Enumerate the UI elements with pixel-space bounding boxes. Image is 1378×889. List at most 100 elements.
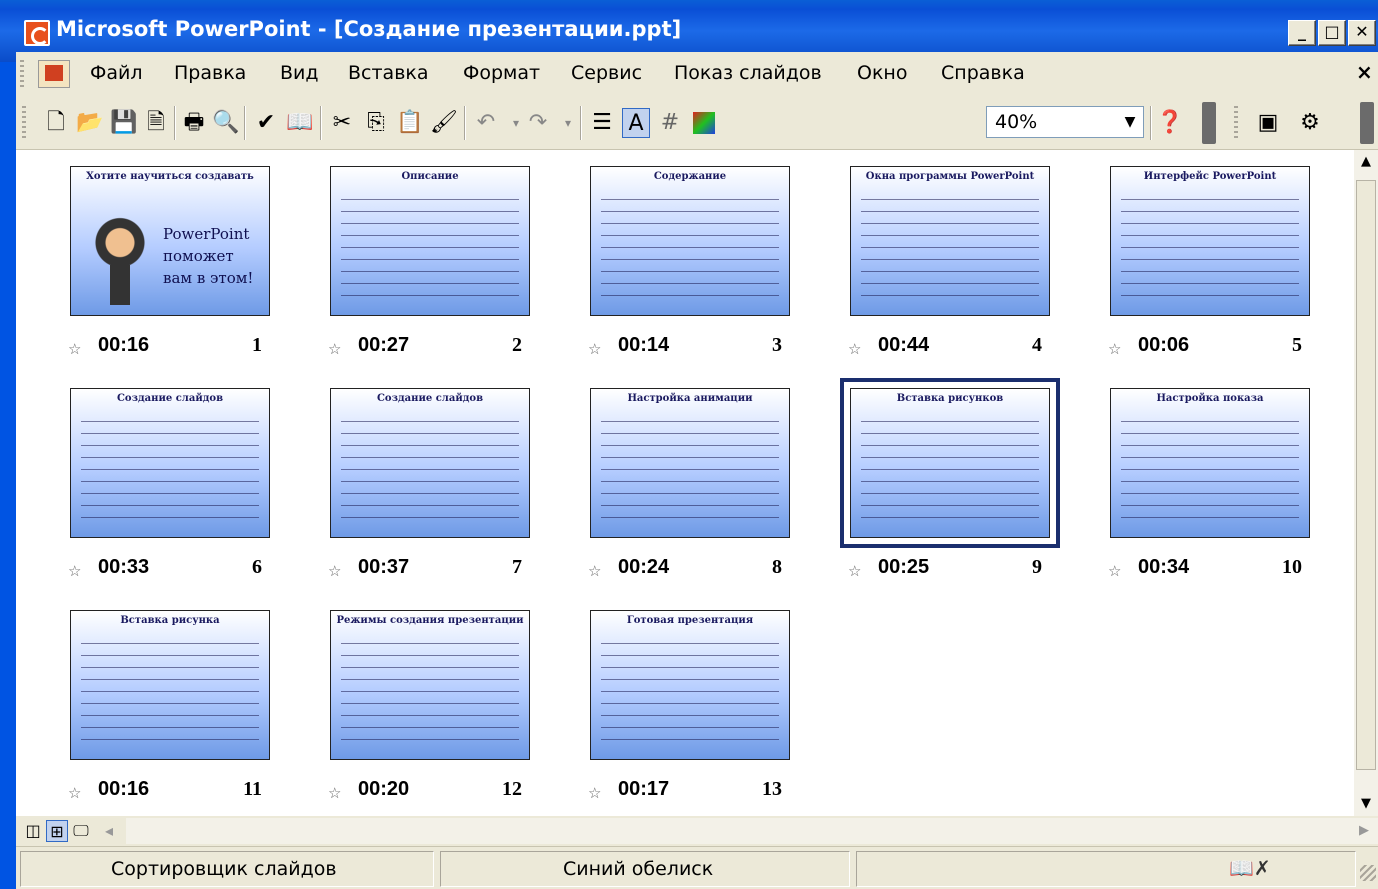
slide-thumbnail[interactable]: Режимы создания презентации (330, 610, 530, 760)
show-formatting-icon[interactable]: A (622, 108, 650, 138)
slide-show-icon[interactable]: ▣ (1254, 108, 1282, 138)
transition-star-icon[interactable]: ☆ (68, 340, 81, 358)
copy-icon[interactable]: ⎘ (362, 108, 390, 138)
menu-window[interactable]: Окно (857, 62, 907, 84)
menu-file[interactable]: Файл (90, 62, 143, 84)
toolbar-grip[interactable] (22, 106, 26, 140)
transition-star-icon[interactable]: ☆ (1108, 562, 1121, 580)
slide-thumbnail[interactable]: Интерфейс PowerPoint (1110, 166, 1310, 316)
transition-star-icon[interactable]: ☆ (1108, 340, 1121, 358)
transition-star-icon[interactable]: ☆ (588, 784, 601, 802)
status-design-name: Синий обелиск (563, 858, 714, 880)
slide-caption: PowerPoint поможет вам в этом! (163, 225, 254, 287)
slide-thumbnail[interactable]: Создание слайдов (330, 388, 530, 538)
slide-thumbnail[interactable]: Окна программы PowerPoint (850, 166, 1050, 316)
paste-icon[interactable]: 📋 (396, 108, 424, 138)
scroll-left-icon[interactable]: ◂ (98, 820, 120, 842)
horizontal-scrollbar[interactable]: ▶ (126, 818, 1378, 844)
transition-star-icon[interactable]: ☆ (328, 562, 341, 580)
print-preview-icon[interactable]: 🔍 (212, 108, 240, 138)
normal-view-icon[interactable]: ◫ (22, 820, 44, 842)
slide-number: 7 (512, 556, 522, 578)
scrollbar-thumb[interactable] (1356, 180, 1376, 770)
scroll-right-icon[interactable]: ▶ (1352, 819, 1376, 843)
slide-thumbnail[interactable]: Описание (330, 166, 530, 316)
color-grayscale-icon[interactable] (690, 108, 718, 138)
new-icon[interactable]: 🗋 (42, 108, 70, 138)
design-icon[interactable]: ⚙ (1296, 108, 1324, 138)
print-icon[interactable]: 🖶 (180, 108, 208, 138)
slide-title: Создание слайдов (376, 393, 484, 404)
menu-slideshow[interactable]: Показ слайдов (674, 62, 822, 84)
document-close-button[interactable]: × (1356, 60, 1373, 84)
document-icon[interactable] (38, 60, 70, 88)
slide-sorter-pane[interactable]: Хотите научиться создавать PowerPoint пом… (16, 150, 1354, 816)
transition-star-icon[interactable]: ☆ (328, 784, 341, 802)
undo-icon[interactable]: ↶ (472, 108, 500, 138)
grid-icon[interactable]: # (656, 108, 684, 138)
resize-grip[interactable] (1360, 865, 1376, 881)
menu-help[interactable]: Справка (941, 62, 1025, 84)
menu-insert[interactable]: Вставка (348, 62, 429, 84)
transition-star-icon[interactable]: ☆ (68, 784, 81, 802)
redo-dropdown-icon[interactable]: ▾ (554, 108, 582, 138)
slide-thumbnail[interactable]: Хотите научиться создавать PowerPoint пом… (70, 166, 270, 316)
toolbar-options-icon[interactable] (1202, 102, 1216, 144)
toolbar-separator (580, 106, 582, 140)
transition-star-icon[interactable]: ☆ (848, 562, 861, 580)
transition-star-icon[interactable]: ☆ (328, 340, 341, 358)
slide-body-text (601, 193, 779, 305)
slide-thumbnail[interactable]: Настройка показа (1110, 388, 1310, 538)
menu-tools[interactable]: Сервис (571, 62, 642, 84)
vertical-scrollbar[interactable]: ▲ ▼ (1354, 150, 1378, 816)
research-icon[interactable]: 📖 (286, 108, 314, 138)
slide-thumbnail[interactable]: Вставка рисунков (840, 378, 1060, 548)
help-icon[interactable]: ❓ (1156, 108, 1184, 138)
slide-body-text (861, 415, 1039, 527)
slide-title: Интерфейс PowerPoint (1143, 171, 1277, 182)
slide-number: 3 (772, 334, 782, 356)
toolbar-grip[interactable] (1234, 106, 1238, 140)
slide-body-text (341, 193, 519, 305)
slide-thumbnail[interactable]: Готовая презентация (590, 610, 790, 760)
slide-body-text (861, 193, 1039, 305)
transition-star-icon[interactable]: ☆ (588, 340, 601, 358)
menu-grip[interactable] (20, 60, 24, 90)
slide-number: 1 (252, 334, 262, 356)
permission-icon[interactable]: 🗎 (142, 108, 170, 138)
spelling-status-icon[interactable]: 📖✗ (1229, 856, 1271, 880)
transition-star-icon[interactable]: ☆ (588, 562, 601, 580)
toolbar-options-icon[interactable] (1360, 102, 1374, 144)
cut-icon[interactable]: ✂ (328, 108, 356, 138)
toolbar-separator (464, 106, 466, 140)
menu-edit[interactable]: Правка (174, 62, 246, 84)
slide-body-text (601, 415, 779, 527)
slide-title: Хотите научиться создавать (86, 171, 254, 182)
format-painter-icon[interactable]: 🖌 (430, 108, 458, 138)
spelling-icon[interactable]: ✔ (252, 108, 280, 138)
slide-thumbnail[interactable]: Настройка анимации (590, 388, 790, 538)
transition-star-icon[interactable]: ☆ (68, 562, 81, 580)
status-pane-language: 📖✗ (856, 851, 1356, 887)
slide-sorter-view-icon[interactable]: ⊞ (46, 820, 68, 842)
zoom-combobox[interactable]: 40% ▼ (986, 106, 1144, 138)
slide-thumbnail[interactable]: Вставка рисунка (70, 610, 270, 760)
scroll-down-icon[interactable]: ▼ (1354, 792, 1378, 816)
slide-thumbnail[interactable]: Создание слайдов (70, 388, 270, 538)
expand-all-icon[interactable]: ☰ (588, 108, 616, 138)
chevron-down-icon[interactable]: ▼ (1117, 107, 1143, 137)
save-icon[interactable]: 💾 (110, 108, 138, 138)
powerpoint-app-icon[interactable] (24, 20, 50, 46)
slide-show-view-icon[interactable]: 🖵 (70, 820, 92, 842)
maximize-button[interactable]: □ (1318, 20, 1346, 46)
transition-star-icon[interactable]: ☆ (848, 340, 861, 358)
scroll-up-icon[interactable]: ▲ (1354, 150, 1378, 174)
menu-format[interactable]: Формат (463, 62, 540, 84)
close-button[interactable]: ✕ (1348, 20, 1376, 46)
minimize-button[interactable]: _ (1288, 20, 1316, 46)
menu-view[interactable]: Вид (280, 62, 319, 84)
slide-thumbnail[interactable]: Содержание (590, 166, 790, 316)
redo-icon[interactable]: ↷ (524, 108, 552, 138)
slide-number: 12 (502, 778, 522, 800)
open-icon[interactable]: 📂 (76, 108, 104, 138)
